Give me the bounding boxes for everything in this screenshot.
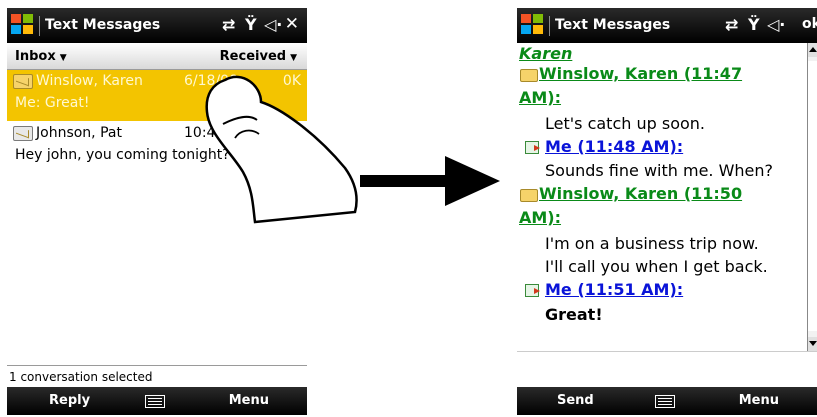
keyboard-icon[interactable] [145, 395, 165, 408]
message-text: Sounds fine with me. When? [545, 161, 774, 180]
chevron-down-icon: ▼ [59, 53, 67, 63]
app-title: Text Messages [555, 17, 671, 33]
signal-icon[interactable]: Ÿ [748, 15, 760, 34]
message-text: Let's catch up soon. [545, 114, 705, 133]
scrollbar[interactable] [807, 43, 817, 351]
scroll-up-icon[interactable] [808, 43, 817, 57]
sender-name: Johnson, Pat [36, 125, 122, 141]
folder-label: Inbox [15, 49, 56, 64]
message-text: I'll call you when I get back. [545, 257, 768, 276]
message-text: Great! [545, 305, 603, 324]
contact-name: Karen [519, 44, 573, 63]
title-separator [39, 16, 40, 36]
outgoing-icon [525, 284, 540, 297]
keyboard-icon[interactable] [655, 395, 675, 408]
menu-button[interactable]: Menu [229, 393, 269, 408]
envelope-icon [13, 126, 33, 141]
envelope-icon [13, 74, 33, 89]
envelope-icon [520, 69, 538, 82]
message-text: I'm on a business trip now. [545, 234, 759, 253]
sync-icon[interactable]: ⇄ [725, 15, 738, 34]
finger-gesture-icon [205, 75, 358, 224]
ok-button[interactable]: ok [802, 16, 817, 32]
conversation-view: Karen Winslow, Karen (11:47 AM): Let's c… [517, 43, 807, 351]
speaker-icon[interactable]: ◁· [767, 15, 785, 34]
windows-logo-icon[interactable] [521, 14, 545, 36]
compose-field[interactable] [517, 351, 817, 388]
send-button[interactable]: Send [557, 393, 594, 408]
softkey-bar: Reply Menu [7, 387, 307, 415]
folder-dropdown[interactable]: Inbox ▼ [15, 49, 67, 64]
sort-dropdown[interactable]: Received ▼ [220, 49, 297, 64]
phone-conversation: Text Messages ⇄ Ÿ ◁· ok Karen Winslow, K… [517, 8, 817, 415]
sender-label[interactable]: Me (11:48 AM): [545, 137, 683, 156]
sender-label[interactable]: Me (11:51 AM): [545, 280, 683, 299]
sender-name: Winslow, Karen [36, 73, 143, 89]
softkey-bar: Send Menu [517, 387, 817, 415]
sync-icon[interactable]: ⇄ [222, 15, 235, 34]
scroll-down-icon[interactable] [808, 337, 817, 351]
title-bar: Text Messages ⇄ Ÿ ◁· ✕ [7, 8, 307, 43]
arrow-right-icon [360, 156, 500, 206]
chevron-down-icon: ▼ [290, 53, 297, 63]
title-separator [549, 16, 550, 36]
title-bar: Text Messages ⇄ Ÿ ◁· ok [517, 8, 817, 43]
sender-label[interactable]: Winslow, Karen (11:47 [539, 64, 742, 83]
speaker-icon[interactable]: ◁· [264, 15, 282, 34]
close-button[interactable]: ✕ [285, 14, 299, 34]
sender-label[interactable]: Winslow, Karen (11:50 [539, 184, 742, 203]
menu-button[interactable]: Menu [739, 393, 779, 408]
envelope-icon [520, 189, 538, 202]
sender-label[interactable]: AM): [519, 208, 561, 227]
message-preview: Me: Great! [15, 95, 90, 111]
app-title: Text Messages [45, 17, 161, 33]
sort-label: Received [219, 49, 287, 64]
status-text: 1 conversation selected [7, 365, 307, 388]
list-header: Inbox ▼ Received ▼ [7, 43, 307, 70]
signal-icon[interactable]: Ÿ [245, 15, 257, 34]
scroll-thumb[interactable] [808, 61, 817, 331]
outgoing-icon [525, 141, 540, 154]
sender-label[interactable]: AM): [519, 88, 561, 107]
reply-button[interactable]: Reply [49, 393, 90, 408]
windows-logo-icon[interactable] [11, 14, 35, 36]
